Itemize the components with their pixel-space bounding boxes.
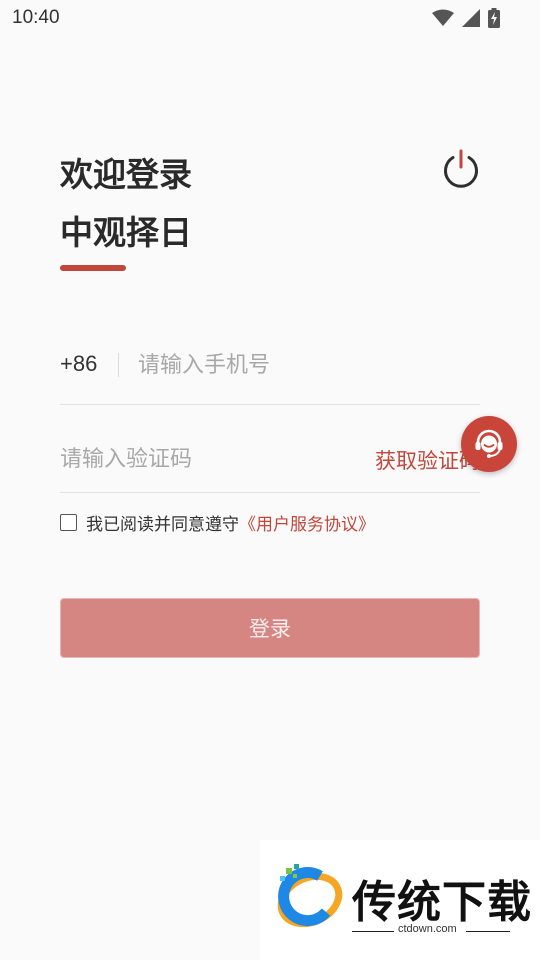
battery-charging-icon [488,8,500,28]
cellular-signal-icon [462,9,480,27]
watermark-line-right [466,931,510,932]
status-time: 10:40 [12,7,60,28]
verification-row: 获取验证码 [60,425,480,493]
agreement-checkbox[interactable] [60,513,77,531]
verification-code-input[interactable] [60,439,340,479]
power-icon [444,149,478,188]
watermark-title: 传统下载 [352,877,532,928]
country-code[interactable]: +86 [60,351,97,377]
status-bar: 10:40 [0,0,540,36]
login-button[interactable]: 登录 [60,598,480,658]
app-name: 中观择日 [60,213,192,252]
customer-service-icon [475,429,503,458]
watermark-line-left [352,931,394,932]
welcome-title: 欢迎登录 [60,155,192,194]
wifi-icon [432,9,454,27]
title-underline [60,265,126,271]
agreement-row: 我已阅读并同意遵守 《用户服务协议》 [60,510,375,535]
phone-row: +86 [60,335,480,405]
power-button[interactable] [440,148,482,190]
country-code-divider [118,353,119,377]
customer-service-button[interactable] [461,416,517,472]
user-agreement-link[interactable]: 《用户服务协议》 [239,510,375,535]
watermark: 传统下载 ctdown.com [260,840,540,960]
ctdown-logo-icon [277,864,343,928]
agreement-text: 我已阅读并同意遵守 [86,514,239,535]
phone-input[interactable] [138,345,468,385]
watermark-domain: ctdown.com [398,923,457,935]
status-icons [432,8,500,28]
